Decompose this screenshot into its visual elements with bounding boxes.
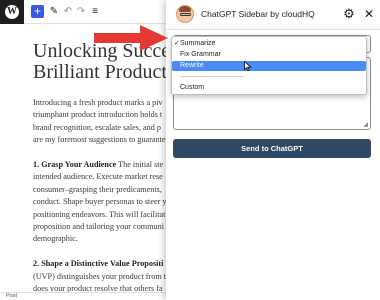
body-text: (UVP) distinguishes your product from t bbox=[33, 271, 166, 281]
body-text: demographic. bbox=[33, 234, 78, 244]
body-text: are my foremost suggestions to guarante bbox=[33, 135, 166, 145]
body-text: Introducing a fresh product marks a piv bbox=[33, 98, 163, 107]
body-text-line: proposition and tailoring your communi bbox=[33, 222, 166, 231]
body-text: triumphant product introduction holds t bbox=[33, 110, 163, 120]
menu-separator bbox=[180, 76, 244, 77]
body-text-line: does your product resolve that others fa bbox=[33, 284, 166, 292]
body-text-line: conduct. Shape buyer personas to steer y bbox=[33, 197, 166, 206]
body-text-line: brand recognition, escalate sales, and p bbox=[33, 123, 166, 132]
body-text-line: intended audience. Execute market rese bbox=[33, 172, 166, 181]
body-heading: 2. Shape a Distinctive Value Propositi bbox=[33, 259, 164, 269]
undo-icon[interactable]: ↶ bbox=[62, 5, 74, 18]
resize-handle-icon[interactable]: ◢ bbox=[363, 122, 368, 128]
send-to-chatgpt-button[interactable]: Send to ChatGPT bbox=[173, 139, 371, 158]
breadcrumb[interactable]: Post bbox=[6, 293, 17, 300]
body-text-line: 2. Shape a Distinctive Value Propositi bbox=[33, 259, 166, 268]
body-text-line: are my foremost suggestions to guarante bbox=[33, 135, 166, 144]
menu-item-custom[interactable]: Custom bbox=[172, 83, 366, 93]
body-text: brand recognition, escalate sales, and p bbox=[33, 122, 161, 132]
wordpress-logo-icon[interactable]: W bbox=[0, 0, 24, 24]
body-text: intended audience. Execute market rese bbox=[33, 172, 163, 182]
body-text-line: triumphant product introduction holds t bbox=[33, 110, 166, 119]
close-icon[interactable]: ✕ bbox=[362, 7, 376, 21]
body-text-line: (UVP) distinguishes your product from t bbox=[33, 272, 166, 281]
checkmark-icon: ✓ bbox=[174, 40, 180, 47]
body-text: proposition and tailoring your communi bbox=[33, 222, 164, 231]
sidebar-title: ChatGPT Sidebar by cloudHQ bbox=[201, 9, 315, 19]
avatar bbox=[176, 5, 194, 23]
body-text: conduct. Shape buyer personas to steer y bbox=[33, 197, 166, 207]
gear-icon[interactable]: ⚙ bbox=[342, 7, 356, 21]
body-text-line: positioning endeavors. This will facilit… bbox=[33, 210, 166, 219]
chatgpt-sidebar: ChatGPT Sidebar by cloudHQ ⚙ ✕ ▾ ◢ Send … bbox=[166, 0, 380, 300]
body-text-line: consumer–grasping their predicaments, bbox=[33, 185, 166, 194]
menu-item-fix-grammar[interactable]: Fix Grammar bbox=[172, 50, 366, 60]
list-view-icon[interactable]: ≡ bbox=[89, 5, 101, 18]
action-dropdown-menu: ✓ Summarize Fix Grammar Rewrite Custom bbox=[171, 36, 367, 95]
body-text-line: Introducing a fresh product marks a piv bbox=[33, 98, 166, 107]
body-text: The initial ste bbox=[116, 160, 164, 169]
body-text-line: demographic. bbox=[33, 234, 166, 243]
body-text: consumer–grasping their predicaments, bbox=[33, 184, 162, 194]
body-text: positioning endeavors. This will facilit… bbox=[33, 209, 166, 219]
body-text-line: 1. Grasp Your Audience The initial ste bbox=[33, 160, 166, 169]
pencil-icon[interactable]: ✎ bbox=[48, 5, 60, 18]
body-heading: 1. Grasp Your Audience bbox=[33, 160, 117, 169]
sidebar-header: ChatGPT Sidebar by cloudHQ ⚙ ✕ bbox=[166, 0, 380, 30]
mouse-pointer-icon bbox=[244, 61, 252, 71]
red-arrow-annotation bbox=[94, 25, 168, 51]
add-block-icon[interactable]: + bbox=[31, 5, 44, 18]
body-text: does your product resolve that others fa bbox=[33, 284, 163, 292]
menu-item-summarize[interactable]: ✓ Summarize bbox=[172, 39, 366, 49]
redo-icon[interactable]: ↷ bbox=[75, 5, 87, 18]
menu-item-rewrite[interactable]: Rewrite bbox=[172, 61, 366, 71]
editor-content[interactable]: Unlocking Success: Brilliant Product La … bbox=[0, 24, 166, 293]
